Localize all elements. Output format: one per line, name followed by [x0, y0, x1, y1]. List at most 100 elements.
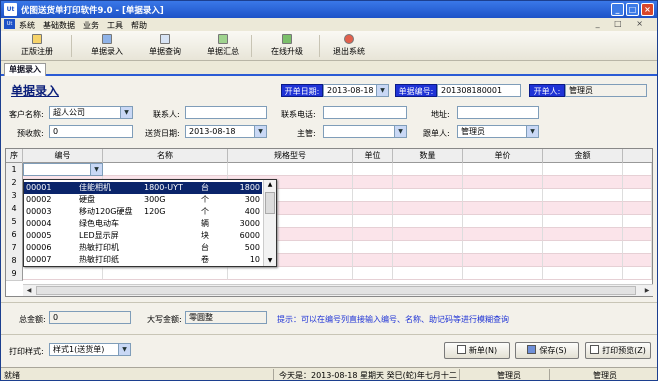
doc-no-field[interactable]: 201308180001 [437, 84, 521, 97]
maximize-button[interactable]: □ [626, 3, 639, 16]
menu-system[interactable]: 系统 [19, 20, 35, 31]
supervisor-combo[interactable]: ▼ [323, 125, 407, 138]
grid-cell[interactable] [623, 215, 652, 228]
grid-cell[interactable] [393, 189, 463, 202]
grid-cell[interactable] [353, 215, 393, 228]
grid-cell[interactable] [543, 202, 623, 215]
grid-cell[interactable] [393, 267, 463, 280]
grid-cell[interactable] [463, 163, 543, 176]
grid-cell[interactable] [393, 228, 463, 241]
row-number[interactable]: 6 [6, 228, 23, 242]
grid-cell[interactable] [543, 228, 623, 241]
grid-cell[interactable] [623, 163, 652, 176]
grid-cell[interactable] [393, 254, 463, 267]
doc-entry-button[interactable]: 单据录入 [77, 33, 137, 59]
grid-cell[interactable] [353, 189, 393, 202]
col-header-code[interactable]: 编号 [23, 149, 103, 163]
save-button[interactable]: 保存(S) [515, 342, 579, 359]
grid-cell[interactable] [623, 267, 652, 280]
print-style-select[interactable]: 样式1(送货单) ▼ [49, 343, 131, 356]
close-button[interactable]: × [641, 3, 654, 16]
grid-cell[interactable] [393, 202, 463, 215]
grid-cell[interactable] [623, 189, 652, 202]
grid-cell[interactable]: ▼ [23, 163, 103, 176]
dropdown-item[interactable]: 00006 热敏打印机 台 500 [24, 242, 262, 254]
customer-combo[interactable]: 超人公司 ▼ [49, 106, 133, 119]
doc-query-button[interactable]: 单据查询 [135, 33, 195, 59]
row-number[interactable]: 2 [6, 176, 23, 190]
online-upgrade-button[interactable]: 在线升级 [257, 33, 317, 59]
menu-help[interactable]: 帮助 [131, 20, 147, 31]
row-number[interactable]: 3 [6, 189, 23, 203]
grid-cell[interactable] [393, 176, 463, 189]
grid-cell[interactable] [543, 254, 623, 267]
grid-cell[interactable] [543, 267, 623, 280]
menu-business[interactable]: 业务 [83, 20, 99, 31]
scroll-right-icon[interactable]: ▶ [641, 285, 653, 296]
chevron-down-icon[interactable]: ▼ [376, 85, 388, 96]
grid-cell[interactable] [543, 215, 623, 228]
dropdown-scroll-thumb[interactable] [265, 192, 275, 214]
dropdown-item[interactable]: 00007 热敏打印纸 卷 10 [24, 254, 262, 266]
grid-cell[interactable] [103, 163, 228, 176]
dropdown-scrollbar[interactable]: ▲ ▼ [263, 180, 276, 266]
prepay-field[interactable]: 0 [49, 125, 133, 138]
exit-button[interactable]: 退出系统 [319, 33, 379, 59]
new-doc-button[interactable]: 新单(N) [444, 342, 510, 359]
row-number[interactable]: 9 [6, 267, 23, 281]
grid-cell[interactable] [228, 163, 353, 176]
follower-combo[interactable]: 管理员 ▼ [457, 125, 539, 138]
row-number[interactable]: 5 [6, 215, 23, 229]
chevron-down-icon[interactable]: ▼ [526, 126, 538, 137]
mdi-window-controls[interactable]: _ □ × [596, 19, 649, 28]
horizontal-scrollbar[interactable]: ◀ ▶ [23, 284, 653, 296]
minimize-button[interactable]: _ [611, 3, 624, 16]
grid-cell[interactable] [393, 163, 463, 176]
ship-date-picker[interactable]: 2013-08-18 ▼ [185, 125, 267, 138]
row-number[interactable]: 8 [6, 254, 23, 268]
grid-cell[interactable] [463, 176, 543, 189]
scroll-left-icon[interactable]: ◀ [23, 285, 35, 296]
col-header-seq[interactable]: 序 [6, 149, 23, 163]
register-button[interactable]: 正版注册 [7, 33, 67, 59]
grid-cell[interactable] [353, 241, 393, 254]
grid-cell[interactable] [543, 241, 623, 254]
menu-basic-data[interactable]: 基础数据 [43, 20, 75, 31]
dropdown-item[interactable]: 00004 绿色电动车 辆 3000 [24, 218, 262, 230]
col-header-amount[interactable]: 金额 [543, 149, 623, 163]
grid-cell[interactable] [103, 267, 228, 280]
dropdown-item[interactable]: 00003 移动120G硬盘 120G 个 400 [24, 206, 262, 218]
col-header-spec[interactable]: 规格型号 [228, 149, 353, 163]
grid-cell[interactable] [393, 241, 463, 254]
grid-cell[interactable] [463, 267, 543, 280]
grid-cell[interactable] [543, 163, 623, 176]
scroll-up-icon[interactable]: ▲ [264, 180, 276, 190]
contact-field[interactable] [185, 106, 267, 119]
product-dropdown[interactable]: 00001 佳能相机 1800-UYT 台 1800 00002 硬盘 300G 个 300 000… [23, 179, 277, 267]
grid-cell[interactable] [353, 267, 393, 280]
row-number[interactable]: 7 [6, 241, 23, 255]
col-header-price[interactable]: 单价 [463, 149, 543, 163]
grid-cell[interactable] [623, 202, 652, 215]
grid-cell[interactable] [623, 241, 652, 254]
chevron-down-icon[interactable]: ▼ [120, 107, 132, 118]
grid-cell[interactable] [463, 241, 543, 254]
chevron-down-icon[interactable]: ▼ [90, 164, 102, 175]
col-header-qty[interactable]: 数量 [393, 149, 463, 163]
menu-tools[interactable]: 工具 [107, 20, 123, 31]
open-date-picker[interactable]: 2013-08-18 ▼ [323, 84, 389, 97]
chevron-down-icon[interactable]: ▼ [254, 126, 266, 137]
doc-summary-button[interactable]: 单据汇总 [193, 33, 253, 59]
grid-cell[interactable] [543, 176, 623, 189]
grid-cell[interactable] [353, 163, 393, 176]
grid-cell[interactable] [463, 202, 543, 215]
row-number[interactable]: 1 [6, 163, 23, 177]
col-header-name[interactable]: 名称 [103, 149, 228, 163]
grid-cell[interactable] [393, 215, 463, 228]
scroll-thumb[interactable] [36, 286, 636, 295]
grid-cell[interactable] [623, 176, 652, 189]
dropdown-item[interactable]: 00001 佳能相机 1800-UYT 台 1800 [24, 182, 262, 194]
grid-cell[interactable] [228, 267, 353, 280]
grid-cell[interactable] [623, 228, 652, 241]
grid-cell[interactable] [353, 202, 393, 215]
